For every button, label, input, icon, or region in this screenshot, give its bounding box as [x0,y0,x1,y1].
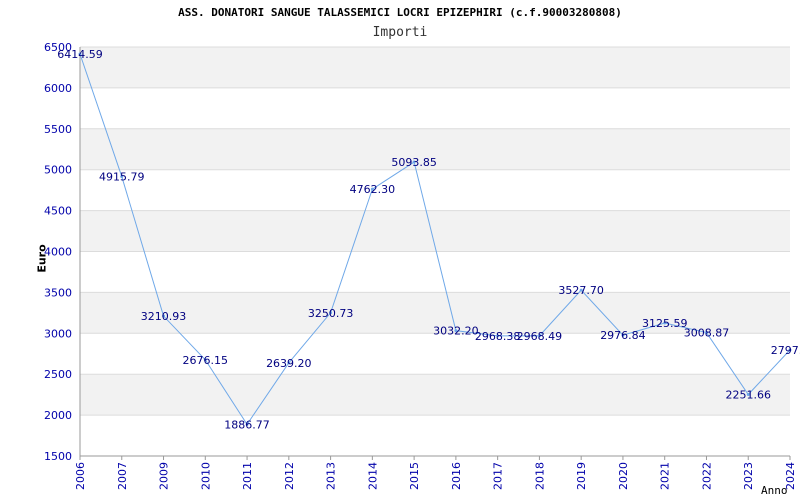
y-tick-label: 2500 [44,368,72,381]
data-label: 3527.70 [558,284,604,297]
grid-band [80,374,790,416]
data-label: 3250.73 [308,307,354,320]
y-tick-label: 5000 [44,164,72,177]
data-label: 3032.20 [433,325,479,338]
chart-page: ASS. DONATORI SANGUE TALASSEMICI LOCRI E… [0,0,800,500]
data-label: 3125.59 [642,317,688,330]
data-label: 1886.77 [224,418,270,431]
data-label: 2639.20 [266,357,312,370]
x-tick-label: 2017 [492,462,505,490]
y-tick-label: 2000 [44,409,72,422]
x-axis-label: Anno [761,484,788,497]
data-label: 2976.84 [600,329,646,342]
x-tick-label: 2015 [408,462,421,490]
x-tick-label: 2016 [450,462,463,490]
y-tick-label: 4000 [44,246,72,259]
data-label: 4762.30 [350,183,396,196]
x-tick-label: 2006 [74,462,87,490]
data-label: 2968.49 [517,330,563,343]
data-label: 3210.93 [141,310,187,323]
grid-band [80,47,790,88]
data-label: 2676.15 [183,354,229,367]
x-tick-label: 2020 [617,462,630,490]
data-label: 3008.87 [684,327,730,340]
data-label: 2968.38 [475,330,521,343]
y-tick-label: 3500 [44,286,72,299]
x-tick-label: 2023 [742,462,755,490]
x-tick-label: 2012 [283,462,296,490]
data-label: 5093.85 [391,156,437,169]
y-tick-label: 6000 [44,82,72,95]
data-label: 4915.79 [99,171,145,184]
x-tick-label: 2019 [575,462,588,490]
x-tick-label: 2022 [700,462,713,490]
x-tick-label: 2021 [659,462,672,490]
x-tick-label: 2014 [366,462,379,490]
x-tick-label: 2018 [533,462,546,490]
data-label: 2251.66 [725,389,771,402]
x-tick-label: 2010 [199,462,212,490]
y-tick-label: 4500 [44,205,72,218]
x-tick-label: 2009 [158,462,171,490]
y-tick-label: 5500 [44,123,72,136]
x-tick-label: 2007 [116,462,129,490]
y-tick-label: 1500 [44,450,72,463]
data-label: 6414.59 [57,48,103,61]
line-chart: 1500 2000 2500 3000 3500 4000 4500 5000 5500 6000… [44,41,800,497]
data-label: 2797.5 [771,344,800,357]
x-tick-label: 2013 [325,462,338,490]
x-tick-label: 2011 [241,462,254,490]
y-tick-label: 3000 [44,327,72,340]
